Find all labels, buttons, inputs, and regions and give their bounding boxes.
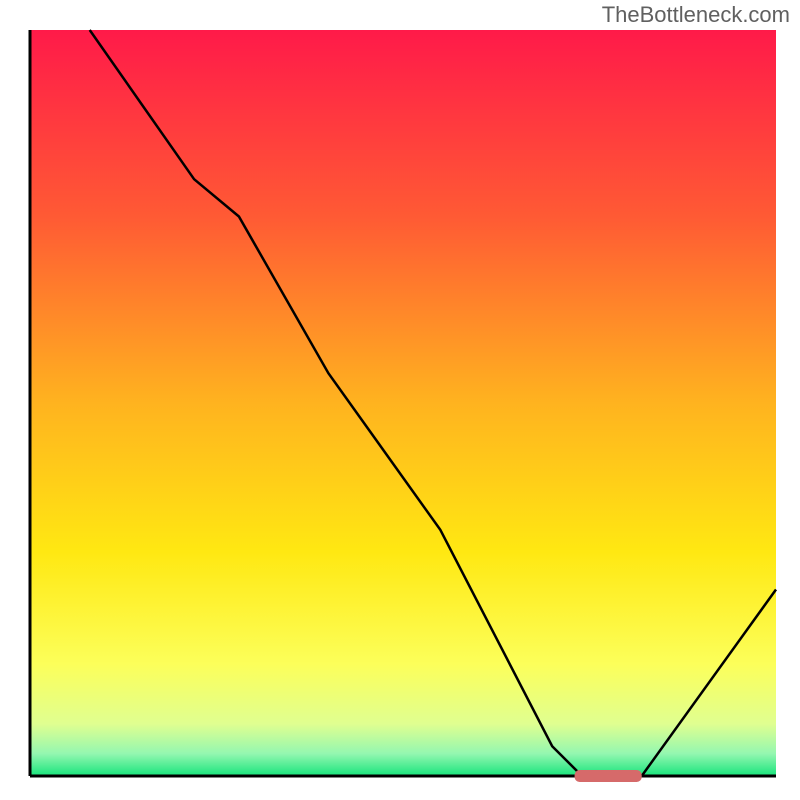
- watermark-text: TheBottleneck.com: [602, 2, 790, 28]
- bottleneck-chart: [0, 0, 800, 800]
- plot-background: [30, 30, 776, 776]
- optimal-marker: [575, 770, 642, 782]
- chart-container: TheBottleneck.com: [0, 0, 800, 800]
